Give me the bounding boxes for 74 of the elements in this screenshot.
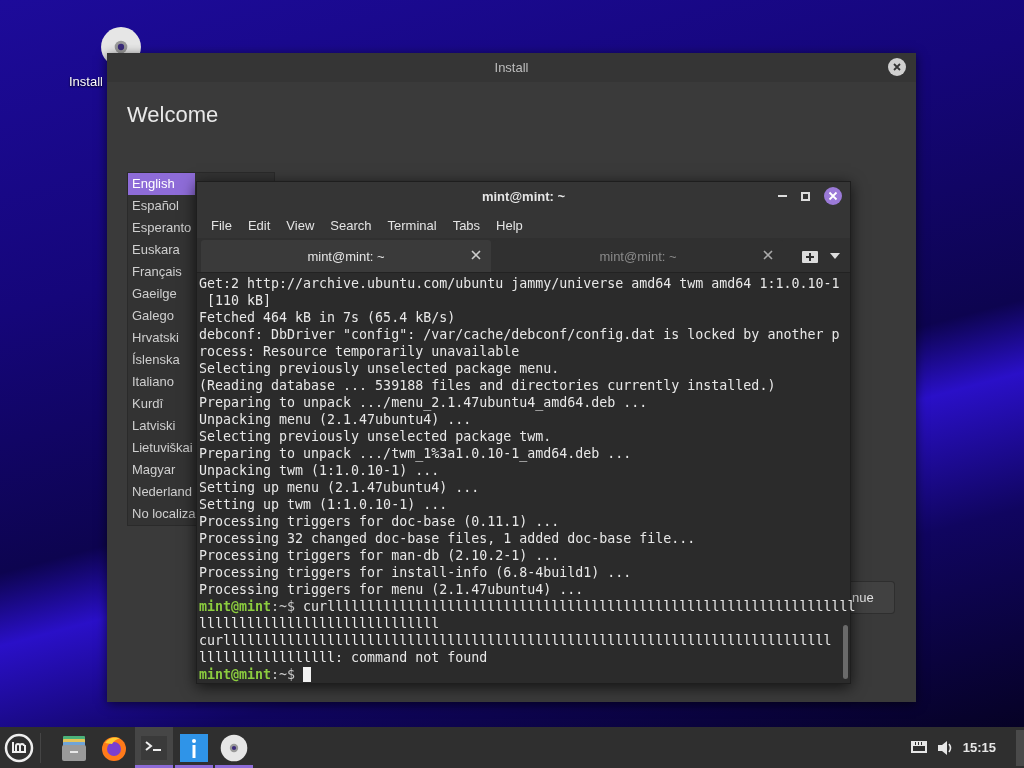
terminal-icon <box>141 735 167 760</box>
language-item[interactable]: English <box>128 173 195 195</box>
desktop-icon-label[interactable]: Install <box>69 74 103 89</box>
tab-label: mint@mint: ~ <box>599 248 677 264</box>
language-item[interactable]: No localiza <box>128 503 195 525</box>
mint-logo-icon[interactable] <box>4 732 34 763</box>
disc-icon <box>220 733 248 762</box>
close-button[interactable] <box>888 58 906 76</box>
language-item[interactable]: Magyar <box>128 459 195 481</box>
terminal-line: llllllllllllllllllllllllllllll <box>199 615 440 632</box>
terminal-line: Setting up menu (2.1.47ubuntu4) ... <box>199 479 480 496</box>
menu-item[interactable]: File <box>203 217 240 233</box>
terminal-line: Selecting previously unselected package twm. <box>199 428 552 445</box>
language-item[interactable]: Galego <box>128 305 195 327</box>
prompt-path: :~$ <box>271 666 296 683</box>
terminal-line: rocess: Resource temporarily unavailable <box>199 343 520 360</box>
welcome-heading: Welcome <box>127 102 220 128</box>
terminal-tab[interactable]: mint@mint: ~ <box>201 240 491 272</box>
language-item[interactable]: Español <box>128 195 195 217</box>
menu-item[interactable]: Terminal <box>379 217 445 233</box>
folder-icon <box>60 733 88 762</box>
terminal-line: Setting up twm (1:1.0.10-1) ... <box>199 496 448 513</box>
new-tab-icon[interactable] <box>802 249 818 264</box>
terminal-line: Processing triggers for man-db (2.10.2-1) ... <box>199 547 560 564</box>
menu-item[interactable]: Help <box>488 217 531 233</box>
prompt-user: mint@mint <box>199 666 272 683</box>
menu-item[interactable]: Tabs <box>444 217 489 233</box>
language-item[interactable]: Esperanto <box>128 217 195 239</box>
language-item[interactable]: Latviski <box>128 415 195 437</box>
volume-icon[interactable] <box>936 739 953 756</box>
terminal-line: Fetched 464 kB in 7s (65.4 kB/s) <box>199 309 456 326</box>
tab-label: mint@mint: ~ <box>307 248 385 264</box>
clock[interactable]: 15:15 <box>962 740 996 755</box>
menu-item[interactable]: Edit <box>239 217 279 233</box>
prompt-user: mint@mint <box>199 598 272 615</box>
language-item[interactable]: Italiano <box>128 371 195 393</box>
window-title: mint@mint: ~ <box>481 189 566 205</box>
terminal-line: Unpacking menu (2.1.47ubuntu4) ... <box>199 411 472 428</box>
language-item[interactable]: Kurdî <box>128 393 195 415</box>
terminal-line: curllllllllllllllllllllllllllllllllllllllllllllllllllllllllllllllllllllllllllll <box>199 632 832 649</box>
language-item[interactable]: Euskara <box>128 239 195 261</box>
network-icon[interactable] <box>910 740 927 755</box>
close-icon[interactable] <box>763 250 773 261</box>
close-icon[interactable] <box>471 250 481 261</box>
taskbar-launcher[interactable] <box>135 727 173 768</box>
terminal-line: Preparing to unpack .../twm_1%3a1.0.10-1_amd64.deb ... <box>199 445 632 462</box>
language-item[interactable]: Íslenska <box>128 349 195 371</box>
terminal-line: Processing triggers for install-info (6.8-4build1) ... <box>199 564 632 581</box>
language-item[interactable]: Nederland <box>128 481 195 503</box>
language-item[interactable]: Hrvatski <box>128 327 195 349</box>
terminal-line: Selecting previously unselected package menu. <box>199 360 560 377</box>
language-item[interactable]: Français <box>128 261 195 283</box>
caret-icon[interactable] <box>830 253 840 260</box>
terminal-line: (Reading database ... 539188 files and directories currently installed.) <box>199 377 776 394</box>
maximize-icon[interactable] <box>801 191 810 201</box>
terminal-line: Processing triggers for menu (2.1.47ubuntu4) ... <box>199 581 584 598</box>
terminal-line: Unpacking twm (1:1.0.10-1) ... <box>199 462 440 479</box>
info-icon <box>180 733 208 762</box>
terminal-line: lllllllllllllllll: command not found <box>199 649 488 666</box>
prompt-path: :~$ <box>271 598 296 615</box>
menu-item[interactable]: View <box>278 217 323 233</box>
language-item[interactable]: Gaeilge <box>128 283 195 305</box>
terminal-line: debconf: DbDriver "config": /var/cache/debconf/config.dat is locked by another p <box>199 326 840 343</box>
terminal-line: Processing 32 changed doc-base files, 1 added doc-base file... <box>199 530 696 547</box>
close-icon <box>893 63 901 71</box>
terminal-line: Get:2 http://archive.ubuntu.com/ubuntu jammy/universe amd64 twm amd64 1:1.0.10-1 <box>199 275 840 292</box>
terminal-line: Preparing to unpack .../menu_2.1.47ubuntu4_amd64.deb ... <box>199 394 648 411</box>
scrollbar[interactable] <box>843 625 848 679</box>
language-item[interactable]: Lietuviškai <box>128 437 195 459</box>
close-icon[interactable] <box>824 187 842 205</box>
terminal-line: [110 kB] <box>206 292 272 309</box>
menu-item[interactable]: Search <box>322 217 380 233</box>
window-title: Install <box>494 60 529 75</box>
terminal-line: Processing triggers for doc-base (0.11.1) ... <box>199 513 560 530</box>
